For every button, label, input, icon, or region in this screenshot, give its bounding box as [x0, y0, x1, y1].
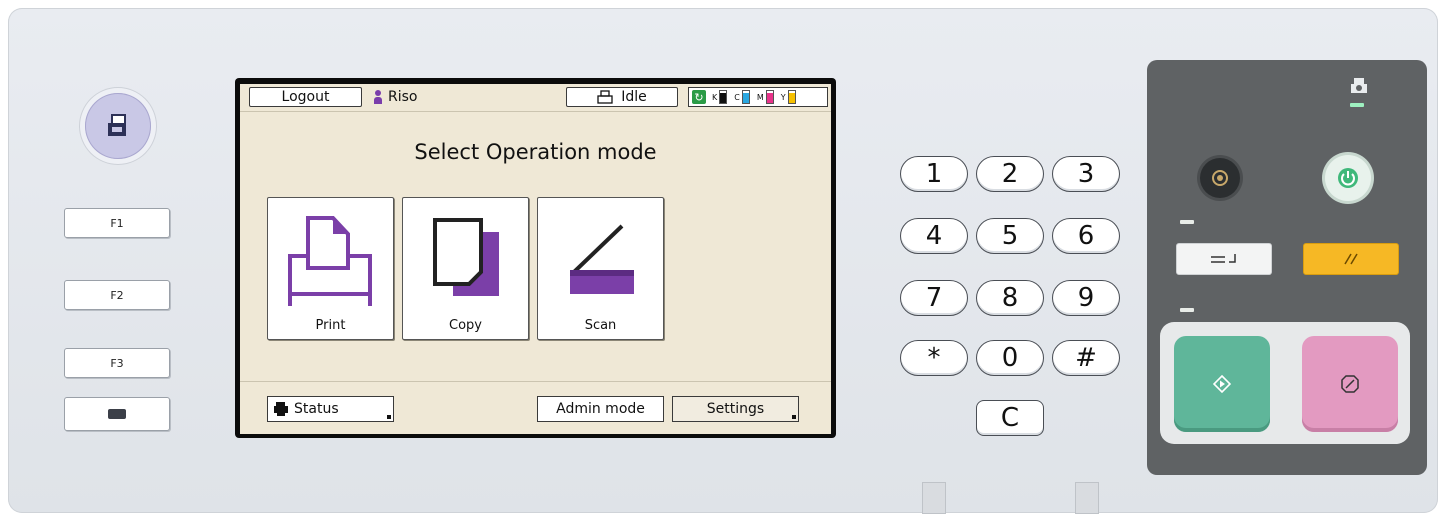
copy-icon — [433, 218, 499, 296]
stop-button[interactable] — [1302, 336, 1398, 432]
mode-tile-copy[interactable]: Copy — [402, 197, 529, 340]
interrupt-button[interactable] — [1176, 243, 1272, 275]
wake-up-icon — [1212, 170, 1228, 186]
card-slot-left — [922, 482, 946, 514]
key-1[interactable]: 1 — [900, 156, 968, 192]
key-9[interactable]: 9 — [1052, 280, 1120, 316]
key-hash[interactable]: # — [1052, 340, 1120, 376]
settings-button[interactable]: Settings — [672, 396, 799, 422]
ink-m: M — [757, 90, 774, 104]
touch-screen: Logout Riso Idle ↻ K C M Y Select Operat… — [240, 84, 831, 434]
mode-switch-icon — [85, 93, 151, 159]
printer-icon — [597, 90, 613, 104]
status-icon — [274, 402, 288, 416]
counter-button[interactable] — [64, 397, 170, 431]
page-title: Select Operation mode — [414, 140, 657, 164]
key-clear[interactable]: C — [976, 400, 1044, 436]
interrupt-icon — [1211, 254, 1236, 263]
ink-levels[interactable]: ↻ K C M Y — [688, 87, 828, 107]
mode-label-copy: Copy — [449, 318, 482, 333]
key-5[interactable]: 5 — [976, 218, 1044, 254]
key-4[interactable]: 4 — [900, 218, 968, 254]
printer-status-icon — [1351, 78, 1367, 93]
mode-label-scan: Scan — [584, 318, 617, 333]
status-button[interactable]: Status — [267, 396, 394, 422]
key-3[interactable]: 3 — [1052, 156, 1120, 192]
ink-c: C — [734, 90, 750, 104]
interrupt-led — [1180, 220, 1194, 224]
key-8[interactable]: 8 — [976, 280, 1044, 316]
reset-button[interactable] — [1303, 243, 1399, 275]
power-icon — [1338, 168, 1358, 188]
f2-button[interactable]: F2 — [64, 280, 170, 310]
user-icon — [374, 90, 382, 104]
key-star[interactable]: * — [900, 340, 968, 376]
mode-switch-button[interactable] — [79, 87, 157, 165]
wake-up-button[interactable] — [1200, 158, 1240, 198]
status-led — [1350, 103, 1364, 107]
mode-label-print: Print — [315, 318, 346, 333]
start-button[interactable] — [1174, 336, 1270, 432]
counter-icon — [108, 409, 126, 419]
ink-k: K — [712, 90, 728, 104]
stop-icon — [1341, 375, 1359, 393]
power-button[interactable] — [1325, 155, 1371, 201]
f1-button[interactable]: F1 — [64, 208, 170, 238]
key-2[interactable]: 2 — [976, 156, 1044, 192]
key-7[interactable]: 7 — [900, 280, 968, 316]
refresh-icon: ↻ — [692, 90, 706, 104]
mode-tile-print[interactable]: Print — [267, 197, 394, 340]
start-icon — [1213, 375, 1231, 393]
card-slot-right — [1075, 482, 1099, 514]
print-icon — [288, 216, 372, 306]
mode-tile-scan[interactable]: Scan — [537, 197, 664, 340]
key-0[interactable]: 0 — [976, 340, 1044, 376]
data-led — [1180, 308, 1194, 312]
printer-status-button[interactable]: Idle — [566, 87, 678, 107]
screen-top-bar: Logout Riso Idle ↻ K C M Y — [240, 84, 831, 112]
user-indicator: Riso — [374, 87, 417, 107]
reset-icon — [1344, 253, 1358, 265]
f3-button[interactable]: F3 — [64, 348, 170, 378]
ink-y: Y — [781, 90, 796, 104]
logout-button[interactable]: Logout — [249, 87, 362, 107]
screen-bottom-bar: Status Admin mode Settings — [240, 381, 831, 434]
key-6[interactable]: 6 — [1052, 218, 1120, 254]
scan-icon — [570, 224, 634, 294]
admin-mode-button[interactable]: Admin mode — [537, 396, 664, 422]
